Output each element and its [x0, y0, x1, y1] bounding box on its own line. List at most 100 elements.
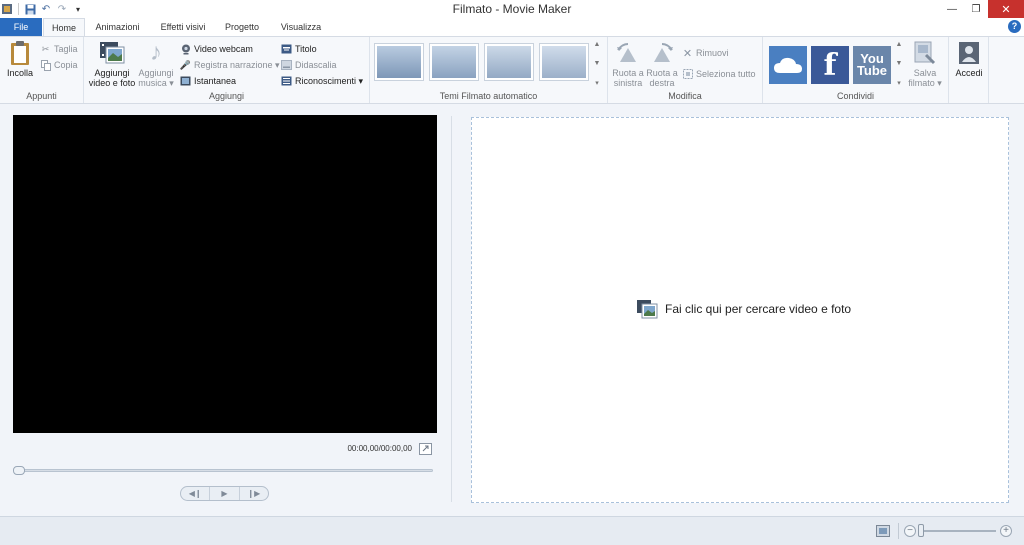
- save-movie-button[interactable]: Salva filmato ▾: [906, 40, 944, 88]
- window-controls: — ❐ ✕: [940, 0, 1024, 18]
- group-label-condividi: Condividi: [836, 91, 875, 101]
- paste-button[interactable]: Incolla: [3, 40, 37, 78]
- playback-controls: ◀❙ ▶ ❙▶: [180, 486, 269, 501]
- help-icon[interactable]: ?: [1008, 20, 1021, 33]
- rotate-right-button[interactable]: Ruota a destra: [645, 40, 679, 88]
- add-video-photo-button[interactable]: Aggiungi video e foto: [86, 40, 138, 88]
- film-photo-icon: [637, 300, 658, 319]
- customize-qat-icon[interactable]: ▾: [71, 2, 85, 16]
- cut-button[interactable]: ✂ Taglia: [40, 42, 78, 56]
- tab-file[interactable]: File: [0, 18, 42, 36]
- record-narration-button[interactable]: 🎤 Registra narrazione ▾: [180, 58, 280, 72]
- tab-progetto[interactable]: Progetto: [218, 18, 266, 36]
- scroll-down-icon[interactable]: ▼: [594, 60, 601, 67]
- previous-frame-icon: ◀❙: [188, 489, 202, 498]
- save-movie-label-line2: filmato ▾: [908, 78, 942, 88]
- user-icon: [956, 40, 982, 66]
- scroll-down-icon[interactable]: ▼: [896, 60, 903, 67]
- microphone-icon: 🎤: [179, 59, 192, 70]
- zoom-slider-track[interactable]: [920, 530, 996, 532]
- remove-button[interactable]: ✕ Rimuovi: [682, 46, 729, 60]
- title-button[interactable]: Titolo: [281, 42, 317, 56]
- quick-access-toolbar: ↶ ↷ ▾: [0, 0, 87, 18]
- next-frame-button[interactable]: ❙▶: [240, 487, 268, 500]
- caption-label: Didascalia: [295, 60, 337, 70]
- scroll-up-icon[interactable]: ▲: [896, 41, 903, 48]
- copy-label: Copia: [54, 60, 78, 70]
- facebook-share-button[interactable]: f: [811, 46, 849, 84]
- group-temi: ▲ ▼ ▾ Temi Filmato automatico: [370, 37, 608, 103]
- theme-thumbnail[interactable]: [374, 43, 424, 81]
- theme-thumbnail[interactable]: [484, 43, 534, 81]
- add-video-label-line1: Aggiungi: [94, 68, 130, 78]
- thumbnail-size-icon[interactable]: [876, 525, 890, 537]
- theme-thumbnail[interactable]: [429, 43, 479, 81]
- undo-icon[interactable]: ↶: [39, 2, 53, 16]
- group-modifica: Ruota a sinistra Ruota a destra ✕ Rimuov…: [608, 37, 763, 103]
- fullscreen-preview-button[interactable]: [419, 443, 432, 455]
- tab-home[interactable]: Home: [43, 18, 85, 36]
- previous-frame-button[interactable]: ◀❙: [181, 487, 211, 500]
- film-photo-icon: [99, 40, 125, 66]
- play-button[interactable]: ▶: [210, 487, 240, 500]
- theme-thumbnail[interactable]: [539, 43, 589, 81]
- video-preview[interactable]: [13, 115, 437, 433]
- next-frame-icon: ❙▶: [247, 489, 261, 498]
- zoom-in-button[interactable]: +: [1000, 525, 1012, 537]
- zoom-out-button[interactable]: −: [904, 525, 916, 537]
- gallery-expand-icon[interactable]: ▾: [595, 79, 599, 87]
- youtube-share-button[interactable]: You Tube: [853, 46, 891, 84]
- rotate-right-label-line1: Ruota a: [646, 68, 678, 78]
- group-label-modifica: Modifica: [668, 91, 702, 101]
- tab-animazioni[interactable]: Animazioni: [89, 18, 146, 36]
- theme-preview-image: [542, 46, 586, 78]
- redo-icon[interactable]: ↷: [55, 2, 69, 16]
- gallery-expand-icon[interactable]: ▾: [897, 79, 901, 87]
- cut-label: Taglia: [54, 44, 78, 54]
- qat-divider: [18, 3, 19, 15]
- group-accedi: Accedi: [949, 37, 989, 103]
- caption-icon: [281, 60, 292, 71]
- storyboard-pane[interactable]: Fai clic qui per cercare video e foto: [471, 117, 1009, 503]
- zoom-slider-thumb[interactable]: [918, 524, 924, 537]
- close-button[interactable]: ✕: [988, 0, 1024, 18]
- theme-preview-image: [432, 46, 476, 78]
- window-title: Filmato - Movie Maker: [452, 2, 572, 16]
- snapshot-button[interactable]: Istantanea: [180, 74, 236, 88]
- onedrive-share-button[interactable]: [769, 46, 807, 84]
- scroll-up-icon[interactable]: ▲: [594, 41, 601, 48]
- save-movie-icon: [912, 40, 938, 66]
- minimize-button[interactable]: —: [940, 0, 964, 18]
- sign-in-button[interactable]: Accedi: [951, 40, 987, 78]
- add-music-button[interactable]: ♪ Aggiungi musica ▾: [136, 40, 176, 89]
- webcam-video-button[interactable]: Video webcam: [180, 42, 253, 56]
- tab-effetti-visivi[interactable]: Effetti visivi: [152, 18, 214, 36]
- caption-button[interactable]: Didascalia: [281, 58, 337, 72]
- share-gallery-scroll[interactable]: ▲ ▼ ▾: [894, 41, 904, 87]
- ribbon: Incolla ✂ Taglia Copia Appunti Aggiungi …: [0, 36, 1024, 104]
- title-label: Titolo: [295, 44, 317, 54]
- restore-button[interactable]: ❐: [964, 0, 988, 18]
- add-music-label-line2: musica ▾: [138, 78, 174, 88]
- rotate-left-label-line1: Ruota a: [612, 68, 644, 78]
- copy-button[interactable]: Copia: [40, 58, 78, 72]
- theme-preview-image: [487, 46, 531, 78]
- sign-in-label: Accedi: [955, 68, 983, 78]
- select-all-button[interactable]: Seleziona tutto: [682, 67, 756, 81]
- browse-media-prompt[interactable]: Fai clic qui per cercare video e foto: [636, 298, 851, 320]
- theme-gallery-scroll[interactable]: ▲ ▼ ▾: [592, 41, 602, 87]
- browse-media-text: Fai clic qui per cercare video e foto: [665, 302, 852, 316]
- timecode: 00:00,00/00:00,00: [347, 444, 412, 453]
- pane-splitter[interactable]: [451, 116, 452, 502]
- seek-thumb[interactable]: [13, 466, 25, 475]
- app-icon[interactable]: [0, 2, 14, 16]
- scissors-icon: ✂: [41, 43, 50, 54]
- credits-button[interactable]: Riconoscimenti ▾: [281, 74, 363, 88]
- tab-visualizza[interactable]: Visualizza: [274, 18, 328, 36]
- save-icon[interactable]: [23, 2, 37, 16]
- group-label-appunti: Appunti: [26, 91, 57, 101]
- seek-bar[interactable]: [15, 469, 433, 472]
- add-video-label-line2: video e foto: [88, 78, 136, 88]
- credits-icon: [281, 76, 292, 87]
- rotate-left-button[interactable]: Ruota a sinistra: [611, 40, 645, 88]
